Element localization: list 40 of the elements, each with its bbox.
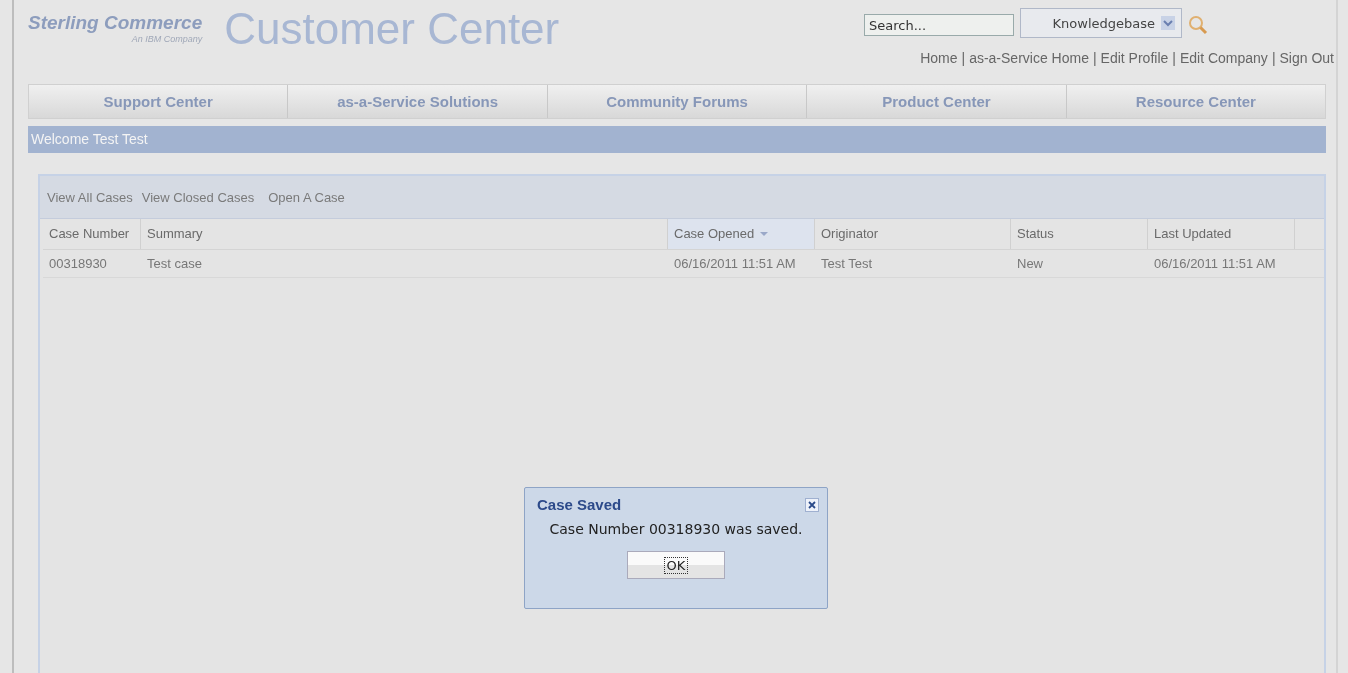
- case-link[interactable]: View Closed Cases: [141, 189, 255, 205]
- column-header[interactable]: Case Number: [43, 219, 141, 249]
- case-link[interactable]: Open A Case: [268, 189, 345, 205]
- nav-tab[interactable]: Resource Center: [1066, 85, 1326, 118]
- table-cell-text: Test Test: [820, 255, 874, 273]
- link-separator: |: [1172, 50, 1176, 66]
- dialog-message: Case Number 00318930 was saved.: [549, 521, 803, 537]
- nav-tab[interactable]: as-a-Service Solutions: [288, 85, 548, 118]
- caret-icon: [1161, 16, 1175, 30]
- header-link[interactable]: Edit Company: [1179, 50, 1268, 66]
- case-link[interactable]: View All Cases: [47, 189, 133, 205]
- link-separator: |: [961, 50, 966, 66]
- column-header[interactable]: Last Updated: [1148, 219, 1295, 249]
- column-header[interactable]: Case Opened: [668, 219, 815, 249]
- close-icon[interactable]: [805, 497, 819, 512]
- link-separator: |: [1271, 50, 1276, 66]
- ok-button[interactable]: OK: [627, 551, 725, 579]
- site-title: Customer Center: [224, 4, 560, 54]
- search-field[interactable]: Search...: [864, 14, 1014, 36]
- nav-tab[interactable]: Community Forums: [547, 85, 808, 118]
- dialog-title: Case Saved: [537, 496, 622, 513]
- column-header[interactable]: Originator: [815, 219, 1011, 249]
- table-cell-text: 06/16/2011 11:51 AM: [673, 255, 797, 273]
- nav-tab[interactable]: Product Center: [807, 85, 1067, 118]
- header-link[interactable]: Sign Out: [1279, 50, 1334, 66]
- table-cell-text: Test case: [146, 255, 203, 273]
- table-cell-text: 00318930: [48, 255, 108, 273]
- brand-tagline: An IBM Company: [131, 34, 203, 44]
- link-separator: |: [1092, 50, 1097, 66]
- header-link[interactable]: Home: [920, 50, 958, 66]
- header-link[interactable]: as-a-Service Home: [969, 50, 1089, 66]
- sort-icon: [759, 231, 770, 237]
- table-cell-text: 06/16/2011 11:51 AM: [1153, 255, 1277, 273]
- search-scope-dropdown[interactable]: Knowledgebase: [1020, 8, 1182, 38]
- table-cell-text: New: [1016, 255, 1044, 273]
- nav-tab[interactable]: Support Center: [29, 85, 289, 118]
- brand-logo: Sterling Commerce: [28, 12, 203, 34]
- column-header[interactable]: Status: [1011, 219, 1148, 249]
- welcome-bar: Welcome Test Test: [28, 126, 1326, 153]
- header-link[interactable]: Edit Profile: [1100, 50, 1169, 66]
